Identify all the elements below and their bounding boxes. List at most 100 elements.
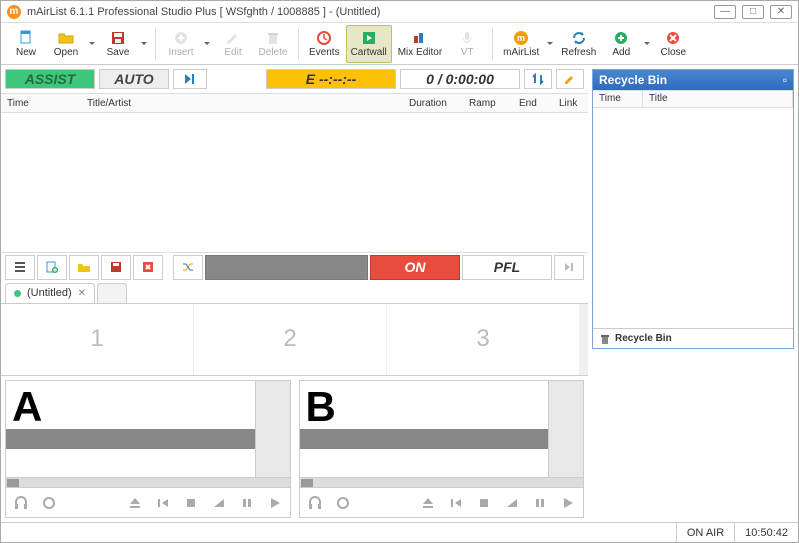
skip-grey-icon [562, 260, 576, 274]
toolbar-label: Events [309, 47, 340, 58]
waveform-a[interactable]: A [6, 381, 255, 478]
refresh-button[interactable]: Refresh [557, 25, 600, 63]
add-dropdown[interactable] [642, 25, 652, 63]
edit-inline-button[interactable] [556, 69, 584, 89]
loop-a-button[interactable] [38, 492, 60, 514]
save-button[interactable]: Save [99, 25, 137, 63]
recycle-col-time[interactable]: Time [593, 91, 643, 107]
headphones-b-button[interactable] [304, 492, 326, 514]
add-button[interactable]: Add [602, 25, 640, 63]
shuffle-button[interactable] [173, 255, 203, 280]
tab-untitled[interactable]: (Untitled) ✕ [5, 283, 95, 303]
col-duration[interactable]: Duration [403, 98, 463, 109]
col-end[interactable]: End [513, 98, 553, 109]
play-a-button[interactable] [264, 492, 286, 514]
new-button[interactable]: New [7, 25, 45, 63]
mixer-icon [412, 30, 428, 46]
delete-small-button[interactable] [133, 255, 163, 280]
eject-a-button[interactable] [124, 492, 146, 514]
file-plus-icon [45, 260, 59, 274]
tab-close-icon[interactable]: ✕ [78, 288, 86, 299]
delete-button[interactable]: Delete [254, 25, 292, 63]
waveform-b[interactable]: B [300, 381, 549, 478]
fadeplay-b-button[interactable] [501, 492, 523, 514]
toolbar-label: Mix Editor [398, 47, 442, 58]
toolbar-label: Refresh [561, 47, 596, 58]
eject-b-button[interactable] [417, 492, 439, 514]
menu-button[interactable] [5, 255, 35, 280]
stop-b-button[interactable] [473, 492, 495, 514]
pause-a-button[interactable] [236, 492, 258, 514]
window-title: mAirList 6.1.1 Professional Studio Plus … [27, 6, 714, 18]
cart-slot-3[interactable]: 3 [387, 304, 580, 375]
stop-a-button[interactable] [180, 492, 202, 514]
play-icon [361, 30, 377, 46]
close-button[interactable]: Close [654, 25, 692, 63]
tab-label: (Untitled) [27, 287, 72, 299]
separator [492, 28, 493, 60]
progress-bar[interactable] [205, 255, 368, 280]
skip-button[interactable] [554, 255, 584, 280]
auto-button[interactable]: AUTO [99, 69, 169, 89]
col-ramp[interactable]: Ramp [463, 98, 513, 109]
vt-button[interactable]: VT [448, 25, 486, 63]
player-b: B [299, 380, 585, 519]
fadeplay-a-button[interactable] [208, 492, 230, 514]
on-button[interactable]: ON [370, 255, 460, 280]
play-b-button[interactable] [557, 492, 579, 514]
headphones-a-button[interactable] [10, 492, 32, 514]
player-a: A [5, 380, 291, 519]
recycle-body[interactable] [593, 108, 793, 328]
clock-icon [316, 30, 332, 46]
loop-b-button[interactable] [332, 492, 354, 514]
assist-button[interactable]: ASSIST [5, 69, 95, 89]
minimize-button[interactable]: — [714, 5, 736, 19]
seek-a[interactable] [6, 477, 290, 487]
playlist-body[interactable] [1, 113, 588, 252]
insert-button[interactable]: Insert [162, 25, 200, 63]
cart-slot-2[interactable]: 2 [194, 304, 387, 375]
events-button[interactable]: Events [305, 25, 344, 63]
mairlist-button[interactable]: m mAirList [499, 25, 543, 63]
prev-icon [156, 496, 170, 510]
col-time[interactable]: Time [1, 98, 81, 109]
headphones-icon [13, 495, 29, 511]
file-icon [18, 30, 34, 46]
file-add-button[interactable] [37, 255, 67, 280]
prev-b-button[interactable] [445, 492, 467, 514]
col-link[interactable]: Link [553, 98, 588, 109]
save-small-button[interactable] [101, 255, 131, 280]
pfl-button[interactable]: PFL [462, 255, 552, 280]
edit-button[interactable]: Edit [214, 25, 252, 63]
plus-circle-icon [173, 30, 189, 46]
toolbar-label: Cartwall [351, 47, 387, 58]
hamburger-icon [13, 260, 27, 274]
pause-b-button[interactable] [529, 492, 551, 514]
mixeditor-button[interactable]: Mix Editor [394, 25, 446, 63]
recycle-col-title[interactable]: Title [643, 91, 793, 107]
cart-slot-1[interactable]: 1 [1, 304, 194, 375]
col-title[interactable]: Title/Artist [81, 98, 403, 109]
toolbar-label: Edit [224, 47, 241, 58]
folder-button[interactable] [69, 255, 99, 280]
shuffle-icon [181, 260, 195, 274]
sort-button[interactable] [524, 69, 552, 89]
maximize-button[interactable]: □ [742, 5, 764, 19]
open-button[interactable]: Open [47, 25, 85, 63]
cartwall-button[interactable]: Cartwall [346, 25, 392, 63]
close-window-button[interactable]: ✕ [770, 5, 792, 19]
new-tab-button[interactable] [97, 283, 127, 303]
seek-b[interactable] [300, 477, 584, 487]
play-tri-icon [561, 496, 575, 510]
save-dropdown[interactable] [139, 25, 149, 63]
recycle-close-icon[interactable]: ▫ [783, 73, 787, 87]
open-dropdown[interactable] [87, 25, 97, 63]
next-track-button[interactable] [173, 69, 207, 89]
prev-a-button[interactable] [152, 492, 174, 514]
insert-dropdown[interactable] [202, 25, 212, 63]
cart-scrollbar[interactable] [580, 304, 588, 375]
toolbar-label: mAirList [503, 47, 539, 58]
recycle-title: Recycle Bin [599, 73, 667, 87]
mairlist-dropdown[interactable] [545, 25, 555, 63]
trash-small-icon [599, 333, 611, 345]
